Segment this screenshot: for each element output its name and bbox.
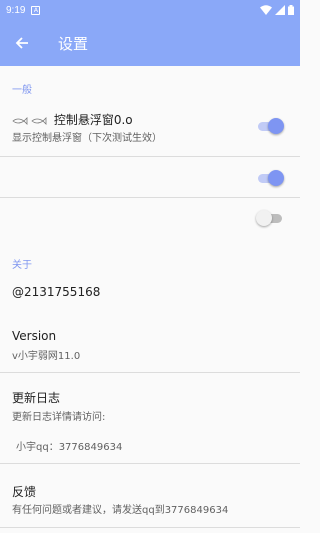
toolbar: 设置 <box>0 20 300 66</box>
changelog-qq: 小宇qq：3776849634 <box>16 442 123 453</box>
feedback-summary: 有任何问题或者建议，请发送qq到3776849634 <box>12 505 229 516</box>
changelog-title: 更新日志 <box>12 391 61 405</box>
version-summary: v小宇弱网11.0 <box>12 351 81 362</box>
divider <box>0 463 300 464</box>
status-bar: 9:19 A <box>0 0 300 20</box>
category-about: 关于 <box>12 260 32 271</box>
float-window-title: 控制悬浮窗0.o <box>12 111 133 128</box>
changelog-summary: 更新日志详情请访问: <box>12 412 106 423</box>
back-button[interactable] <box>0 20 44 66</box>
fish-decoration-icon <box>12 116 47 125</box>
page-title: 设置 <box>58 34 89 53</box>
switch-thumb <box>268 118 284 134</box>
version-title: Version <box>12 329 57 343</box>
author-id: @2131755168 <box>12 285 101 299</box>
third-toggle-switch[interactable] <box>256 209 284 227</box>
status-time: 9:19 <box>6 4 26 16</box>
battery-icon <box>288 5 294 15</box>
divider <box>0 197 300 198</box>
switch-thumb <box>256 210 272 226</box>
float-window-title-text: 控制悬浮窗0.o <box>53 113 133 127</box>
float-window-switch[interactable] <box>256 117 284 135</box>
notification-icon: A <box>31 5 41 15</box>
divider <box>0 372 300 373</box>
status-icons <box>260 5 294 15</box>
float-window-summary: 显示控制悬浮窗（下次测试生效） <box>12 133 162 144</box>
divider <box>0 156 300 157</box>
category-general: 一般 <box>12 85 32 96</box>
arrow-left-icon <box>15 37 28 49</box>
divider <box>0 527 300 528</box>
feedback-title: 反馈 <box>12 485 37 499</box>
wifi-icon <box>260 5 272 15</box>
second-toggle-switch[interactable] <box>256 169 284 187</box>
switch-thumb <box>268 170 284 186</box>
signal-icon <box>275 5 285 15</box>
